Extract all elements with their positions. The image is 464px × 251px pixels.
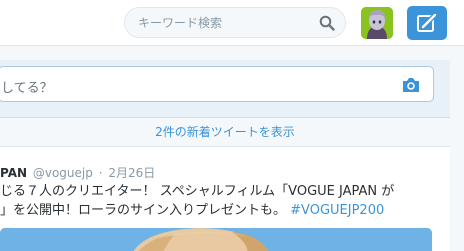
avatar-image — [361, 7, 393, 39]
search-icon[interactable] — [319, 15, 335, 31]
tweet-item[interactable]: PAN @voguejp · 2月26日 じる７人のクリエイター！ スペシャルフ… — [0, 147, 450, 251]
tweet-hashtag-link[interactable]: #VOGUEJP200 — [290, 203, 384, 218]
search-box[interactable] — [124, 7, 346, 38]
tweet-separator: · — [98, 166, 103, 180]
camera-icon[interactable] — [401, 76, 421, 94]
avatar[interactable] — [361, 7, 393, 39]
new-tweets-label: 2件の新着ツイートを表示 — [155, 125, 295, 139]
tweet-text: じる７人のクリエイター！ スペシャルフィルム「VOGUE JAPAN が 」を公… — [0, 182, 450, 220]
tweet-text-line-1: じる７人のクリエイター！ スペシャルフィルム「VOGUE JAPAN が — [0, 184, 395, 199]
compose-area: してる？ — [0, 60, 450, 118]
compose-tweet-field[interactable]: してる？ — [0, 66, 434, 102]
new-tweets-bar[interactable]: 2件の新着ツイートを表示 — [0, 118, 450, 147]
tweet-photo — [0, 228, 432, 251]
compose-placeholder: してる？ — [1, 81, 53, 96]
tweet-text-line-2: 」を公開中！ローラのサイン入りプレゼントも。 #VOGUEJP200 — [0, 201, 450, 220]
compose-tweet-icon — [417, 13, 437, 32]
tweet-author-name[interactable]: PAN — [0, 166, 27, 180]
right-gutter — [450, 46, 464, 251]
tweet-media-image[interactable] — [0, 228, 432, 251]
top-nav-bar — [0, 0, 464, 46]
tweet-author-handle[interactable]: @voguejp — [33, 166, 93, 180]
search-input[interactable] — [138, 15, 319, 30]
tweet-text-line-2-body: 」を公開中！ローラのサイン入りプレゼントも。 — [0, 203, 287, 218]
tweet-timestamp[interactable]: 2月26日 — [108, 166, 155, 180]
tweet-header: PAN @voguejp · 2月26日 — [0, 164, 155, 181]
compose-tweet-button[interactable] — [407, 6, 447, 40]
